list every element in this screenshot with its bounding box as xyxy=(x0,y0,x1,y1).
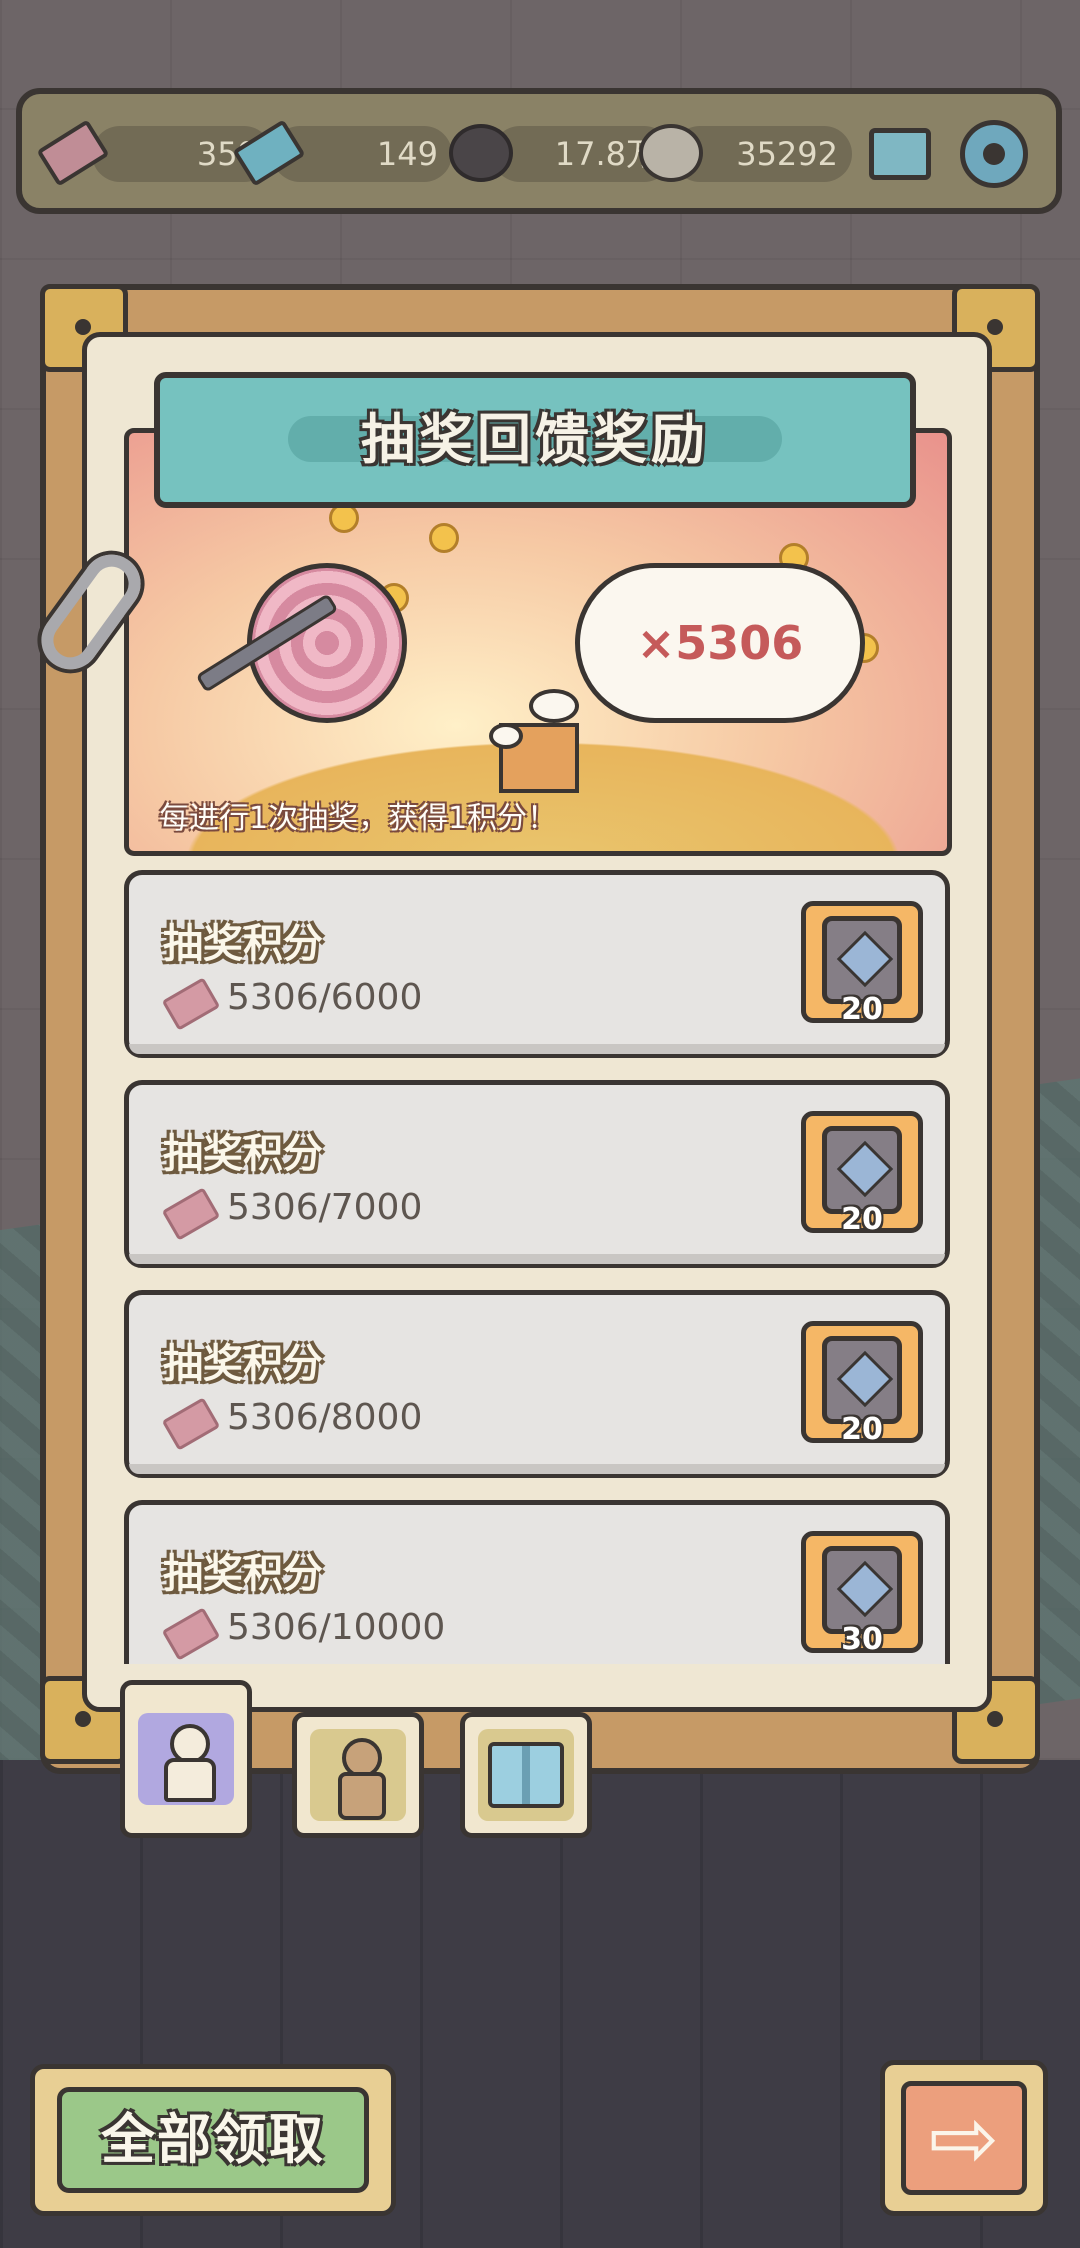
backpack-icon xyxy=(822,916,902,1004)
backpack-icon xyxy=(822,1126,902,1214)
reward-quantity: 30 xyxy=(841,1622,883,1657)
resource-bar: 359 149 17.8万 35292 xyxy=(16,88,1062,214)
reward-quantity: 20 xyxy=(841,992,883,1027)
reward-progress: 5306/8000 xyxy=(227,1397,423,1438)
reward-list[interactable]: 抽奖积分 5306/6000 20 抽奖积分 5306/7000 20 抽奖积分… xyxy=(124,866,950,1664)
thought-bubble-dot xyxy=(529,689,579,723)
backpack-icon xyxy=(822,1546,902,1634)
tab-gift[interactable] xyxy=(460,1712,592,1838)
reward-progress: 5306/10000 xyxy=(227,1607,446,1648)
points-thought-bubble: ×5306 xyxy=(575,563,865,723)
next-button[interactable]: ⇨ xyxy=(880,2060,1048,2216)
doll-icon xyxy=(160,1724,216,1802)
ticket-icon xyxy=(161,1187,221,1241)
grey-soul-icon xyxy=(636,118,706,188)
claim-all-label: 全部领取 xyxy=(57,2087,369,2193)
reward-row[interactable]: 抽奖积分 5306/10000 30 xyxy=(124,1500,950,1664)
reward-item-slot[interactable]: 20 xyxy=(801,901,923,1027)
points-count: ×5306 xyxy=(636,616,804,670)
page-title: 抽奖回馈奖励 xyxy=(361,408,709,471)
reward-item-slot[interactable]: 30 xyxy=(801,1531,923,1657)
reward-row-title: 抽奖积分 xyxy=(163,1551,323,1597)
coin-decoration xyxy=(429,523,459,553)
reward-row[interactable]: 抽奖积分 5306/8000 20 xyxy=(124,1290,950,1478)
ticket-icon xyxy=(161,1397,221,1451)
reward-item-slot[interactable]: 20 xyxy=(801,1321,923,1447)
pink-ticket-icon xyxy=(36,118,110,188)
tab-doll[interactable] xyxy=(120,1680,252,1838)
reward-quantity: 20 xyxy=(841,1202,883,1237)
reward-item-slot[interactable]: 20 xyxy=(801,1111,923,1237)
reward-progress: 5306/7000 xyxy=(227,1187,423,1228)
tab-voodoo-doll[interactable] xyxy=(292,1712,424,1838)
title-plate: 抽奖回馈奖励 xyxy=(154,372,916,508)
mail-icon[interactable] xyxy=(862,116,938,192)
reward-row-title: 抽奖积分 xyxy=(163,1131,323,1177)
banner-description: 每进行1次抽奖，获得1积分！ xyxy=(159,801,558,836)
blue-ticket-icon xyxy=(232,118,306,188)
backpack-icon xyxy=(822,1336,902,1424)
reward-progress: 5306/6000 xyxy=(227,977,423,1018)
thought-bubble-dot xyxy=(489,723,523,749)
ticket-icon xyxy=(161,977,221,1031)
ticket-icon xyxy=(161,1607,221,1661)
reward-row[interactable]: 抽奖积分 5306/7000 20 xyxy=(124,1080,950,1268)
gear-icon[interactable] xyxy=(956,116,1032,192)
reward-row[interactable]: 抽奖积分 5306/6000 20 xyxy=(124,870,950,1058)
dark-soul-icon xyxy=(446,118,516,188)
claim-all-button[interactable]: 全部领取 xyxy=(30,2064,396,2216)
reward-row-title: 抽奖积分 xyxy=(163,921,323,967)
reward-quantity: 20 xyxy=(841,1412,883,1447)
gift-box-icon xyxy=(488,1742,564,1808)
voodoo-doll-icon xyxy=(332,1738,386,1820)
arrow-right-icon: ⇨ xyxy=(928,2089,1000,2187)
reward-row-title: 抽奖积分 xyxy=(163,1341,323,1387)
